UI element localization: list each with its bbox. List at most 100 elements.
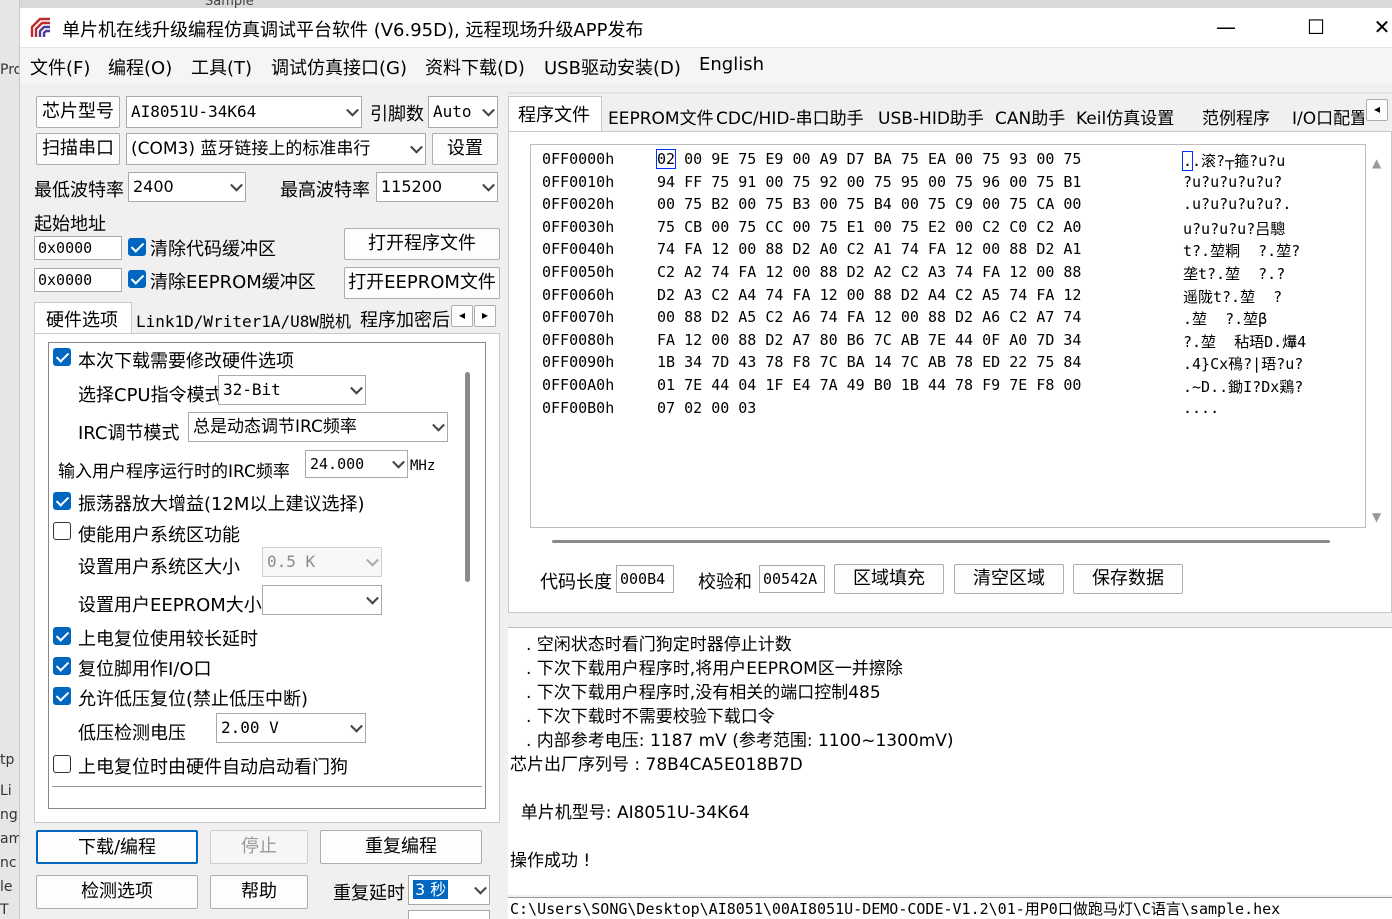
scan-port-button[interactable]: 扫描串口 <box>36 133 120 165</box>
menu-debug-interface[interactable]: 调试仿真接口(G) <box>271 54 407 80</box>
hex-byte[interactable]: 74 <box>711 263 729 281</box>
hex-byte[interactable]: A4 <box>738 286 756 304</box>
hex-byte[interactable]: 1B <box>657 353 675 371</box>
save-data-button[interactable]: 保存数据 <box>1073 564 1183 594</box>
menu-usb-driver[interactable]: USB驱动安装(D) <box>544 54 681 80</box>
hex-byte[interactable]: FA <box>982 263 1000 281</box>
hex-byte[interactable]: C2 <box>847 240 865 258</box>
oscillator-gain-checkbox[interactable] <box>53 492 71 510</box>
hex-byte[interactable]: 00 <box>901 195 919 213</box>
hex-bytes[interactable]: 01 7E 44 04 1F E4 7A 49 B0 1B 44 78 F9 7… <box>657 376 1081 394</box>
hex-byte[interactable]: 00 <box>792 150 810 168</box>
open-eeprom-file-button[interactable]: 打开EEPROM文件 <box>344 267 500 299</box>
serial-port-select[interactable]: (COM3) 蓝牙链接上的标准串行 <box>126 133 426 165</box>
hex-byte[interactable]: 7C <box>874 331 892 349</box>
hex-byte[interactable]: 75 <box>901 150 919 168</box>
hex-byte[interactable]: 7D <box>711 353 729 371</box>
hex-byte[interactable]: A5 <box>982 286 1000 304</box>
tab-examples[interactable]: 范例程序 <box>1202 104 1270 129</box>
hex-byte[interactable]: 22 <box>1009 353 1027 371</box>
hex-byte[interactable]: 02 <box>684 399 702 417</box>
menu-downloads[interactable]: 资料下载(D) <box>425 54 525 80</box>
hex-byte[interactable]: C0 <box>1009 218 1027 236</box>
tab-scroll-right-icon[interactable]: ▸ <box>474 305 496 327</box>
fill-region-button[interactable]: 区域填充 <box>834 564 944 594</box>
hex-byte[interactable]: 12 <box>874 308 892 326</box>
hex-byte[interactable]: B0 <box>874 376 892 394</box>
hex-byte[interactable]: 75 <box>901 218 919 236</box>
settings-button[interactable]: 设置 <box>432 133 498 165</box>
hex-byte[interactable]: 00 <box>738 240 756 258</box>
open-program-file-button[interactable]: 打开程序文件 <box>344 228 500 260</box>
hex-byte[interactable]: 88 <box>874 286 892 304</box>
hex-byte[interactable]: 12 <box>955 240 973 258</box>
hex-byte[interactable]: 12 <box>1009 263 1027 281</box>
hex-byte[interactable]: 00 <box>955 150 973 168</box>
output-log[interactable]: . 空闲状态时看门狗定时器停止计数 . 下次下载用户程序时,将用户EEPROM区… <box>508 627 1392 895</box>
hex-byte[interactable]: 01 <box>657 376 675 394</box>
hex-byte[interactable]: E1 <box>847 218 865 236</box>
hex-byte[interactable]: FA <box>928 240 946 258</box>
hex-byte[interactable]: A2 <box>874 263 892 281</box>
hex-byte[interactable]: F9 <box>982 376 1000 394</box>
hex-byte[interactable]: 00 <box>657 195 675 213</box>
hex-byte[interactable]: 7D <box>1036 331 1054 349</box>
hex-byte[interactable]: 7A <box>820 376 838 394</box>
hex-byte[interactable]: 34 <box>1063 331 1081 349</box>
hex-byte[interactable]: A3 <box>928 263 946 281</box>
chip-model-select[interactable]: AI8051U-34K64 <box>126 96 362 128</box>
hex-byte[interactable]: 00 <box>657 308 675 326</box>
hex-byte[interactable]: 75 <box>711 173 729 191</box>
hex-byte[interactable]: 7C <box>820 353 838 371</box>
hex-byte[interactable]: 00 <box>874 218 892 236</box>
hex-byte[interactable]: 1F <box>765 376 783 394</box>
hex-byte[interactable]: 00 <box>792 263 810 281</box>
hex-byte[interactable]: 00 <box>711 399 729 417</box>
hex-byte[interactable]: 91 <box>738 173 756 191</box>
hex-byte[interactable]: 93 <box>1009 150 1027 168</box>
hex-byte[interactable]: C2 <box>657 263 675 281</box>
hex-byte[interactable]: 7E <box>928 331 946 349</box>
low-voltage-reset-checkbox[interactable] <box>53 687 71 705</box>
tab-link1d-offline[interactable]: Link1D/Writer1A/U8W脱机 <box>136 308 351 332</box>
hex-byte[interactable]: C2 <box>955 286 973 304</box>
eeprom-start-address-input[interactable]: 0x0000 <box>34 268 122 292</box>
hex-byte[interactable]: 88 <box>1009 240 1027 258</box>
tab-usb-hid[interactable]: USB-HID助手 <box>878 104 984 129</box>
hex-bytes[interactable]: 02 00 9E 75 E9 00 A9 D7 BA 75 EA 00 75 9… <box>655 149 1081 169</box>
tab-can-helper[interactable]: CAN助手 <box>995 104 1065 129</box>
hex-byte[interactable]: EA <box>928 150 946 168</box>
hex-byte[interactable]: FA <box>847 308 865 326</box>
hex-byte[interactable]: E2 <box>928 218 946 236</box>
hex-byte[interactable]: 75 <box>847 195 865 213</box>
menu-english[interactable]: English <box>699 54 764 75</box>
hex-byte[interactable]: 74 <box>1063 308 1081 326</box>
hex-byte[interactable]: B2 <box>711 195 729 213</box>
hex-byte[interactable]: 75 <box>1009 195 1027 213</box>
hex-bytes[interactable]: 74 FA 12 00 88 D2 A0 C2 A1 74 FA 12 00 8… <box>657 240 1081 258</box>
hex-byte[interactable]: 0F <box>982 331 1000 349</box>
user-system-size-select[interactable]: 0.5 K <box>262 547 382 577</box>
hex-byte[interactable]: 7C <box>901 353 919 371</box>
hex-byte[interactable]: 00 <box>1063 195 1081 213</box>
hex-byte[interactable]: 75 <box>874 173 892 191</box>
tab-hardware-options[interactable]: 硬件选项 <box>46 306 118 332</box>
tab-eeprom-file[interactable]: EEPROM文件 <box>608 104 714 129</box>
auto-watchdog-checkbox[interactable] <box>53 755 71 773</box>
hex-byte[interactable]: 78 <box>955 353 973 371</box>
hex-byte[interactable]: B3 <box>792 195 810 213</box>
hex-byte[interactable]: C2 <box>1036 218 1054 236</box>
hex-byte[interactable]: E9 <box>765 150 783 168</box>
hex-byte[interactable]: A0 <box>820 240 838 258</box>
hex-byte[interactable]: F8 <box>792 353 810 371</box>
hex-byte[interactable]: BA <box>847 353 865 371</box>
hex-byte[interactable]: 88 <box>684 308 702 326</box>
hex-byte[interactable]: AB <box>901 331 919 349</box>
hex-byte[interactable]: 75 <box>928 195 946 213</box>
hex-byte[interactable]: 75 <box>792 173 810 191</box>
hex-byte[interactable]: 75 <box>657 218 675 236</box>
hex-byte[interactable]: FA <box>792 286 810 304</box>
hex-byte[interactable]: 75 <box>738 218 756 236</box>
download-program-button[interactable]: 下载/编程 <box>36 830 198 864</box>
pin-count-select[interactable]: Auto <box>428 96 498 128</box>
